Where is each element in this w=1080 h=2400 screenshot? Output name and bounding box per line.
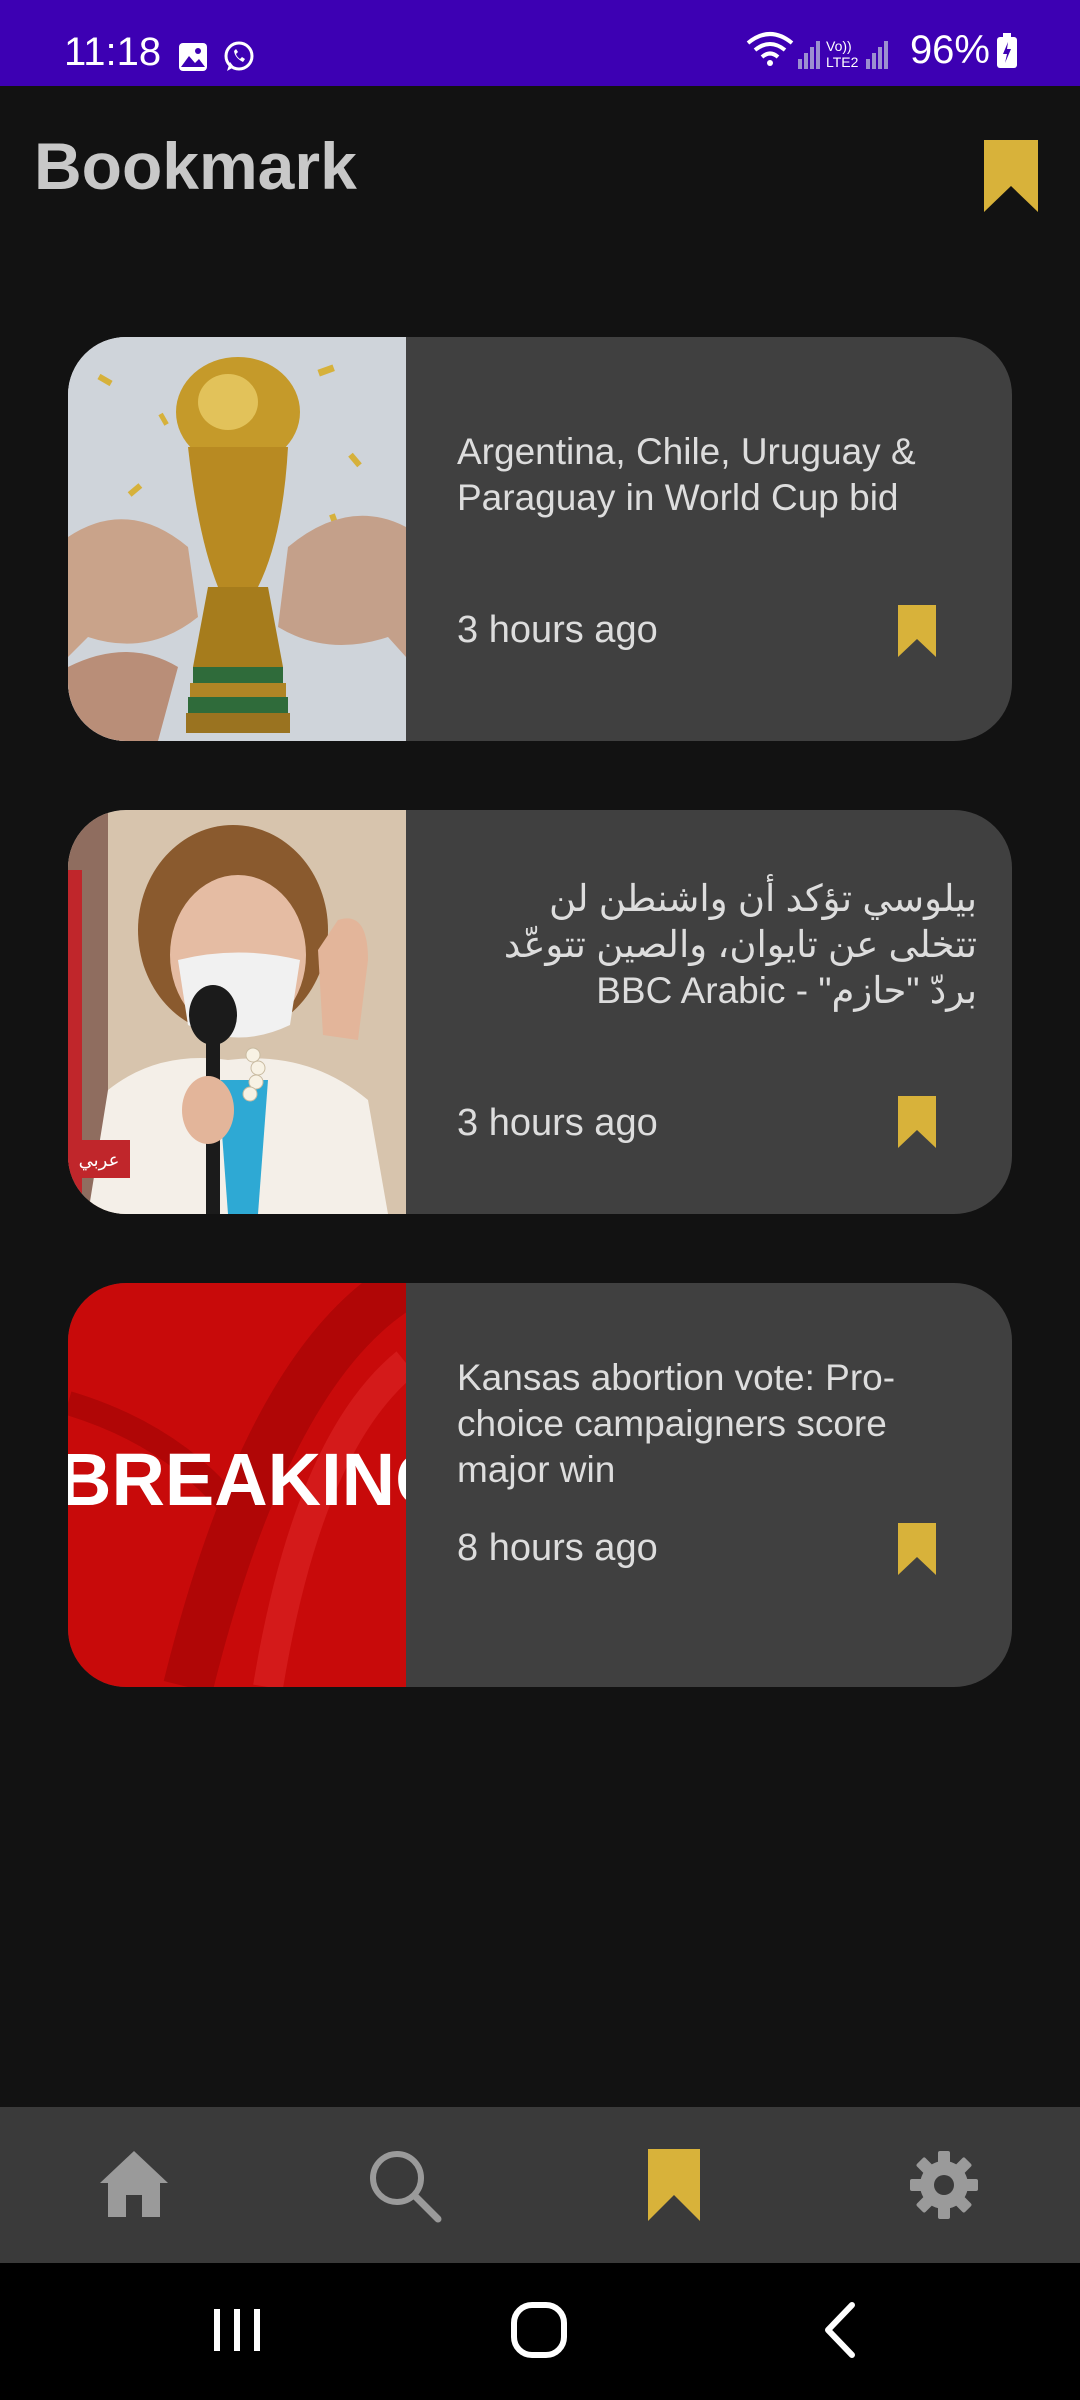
article-title: بيلوسي تؤكد أن واشنطن لن تتخلى عن تايوان… — [503, 878, 977, 1011]
thumbnail-text: BREAKING — [68, 1438, 406, 1521]
article-time: 8 hours ago — [457, 1527, 658, 1569]
article-thumbnail: BREAKING — [68, 1283, 406, 1687]
article-thumbnail: عربي — [68, 810, 406, 1214]
bookmark-icon[interactable] — [898, 1523, 936, 1575]
whatsapp-notification-icon — [224, 41, 254, 71]
bookmark-icon[interactable] — [984, 140, 1038, 212]
article-time: 3 hours ago — [457, 609, 658, 651]
home-icon[interactable] — [94, 2145, 174, 2225]
bookmark-icon[interactable] — [898, 1096, 936, 1148]
article-thumbnail — [68, 337, 406, 741]
status-bar: 11:18 Vo)) LTE2 96% — [0, 0, 1080, 86]
system-navigation-bar — [0, 2263, 1080, 2400]
recent-apps-icon[interactable] — [202, 2295, 272, 2365]
status-time: 11:18 — [64, 30, 162, 74]
article-card[interactable]: عربي بيلوسي تؤكد أن واشنطن لن تتخلى عن ت… — [68, 810, 1012, 1214]
bottom-navigation — [0, 2107, 1080, 2263]
gallery-notification-icon — [179, 43, 207, 71]
search-icon[interactable] — [364, 2145, 444, 2225]
bookmark-icon[interactable] — [898, 605, 936, 657]
back-icon[interactable] — [808, 2295, 878, 2365]
settings-icon[interactable] — [904, 2145, 984, 2225]
svg-text:LTE2: LTE2 — [826, 54, 859, 70]
status-indicators: Vo)) LTE2 96% — [744, 28, 1018, 73]
page-title: Bookmark — [34, 129, 357, 203]
home-circle-icon[interactable] — [504, 2295, 574, 2365]
article-title: Kansas abortion vote: Pro-choice campaig… — [457, 1357, 896, 1490]
article-card[interactable]: Argentina, Chile, Uruguay & Paraguay in … — [68, 337, 1012, 741]
bookmark-icon[interactable] — [634, 2145, 714, 2225]
signal-wifi-icon: Vo)) LTE2 — [746, 31, 888, 70]
battery-icon — [997, 32, 1017, 68]
article-card[interactable]: BREAKING Kansas abortion vote: Pro-choic… — [68, 1283, 1012, 1687]
article-time: 3 hours ago — [457, 1102, 658, 1144]
battery-level: 96% — [909, 28, 990, 72]
article-title: Argentina, Chile, Uruguay & Paraguay in … — [457, 431, 916, 518]
svg-text:Vo)): Vo)) — [826, 38, 852, 54]
thumbnail-badge: عربي — [79, 1150, 120, 1171]
